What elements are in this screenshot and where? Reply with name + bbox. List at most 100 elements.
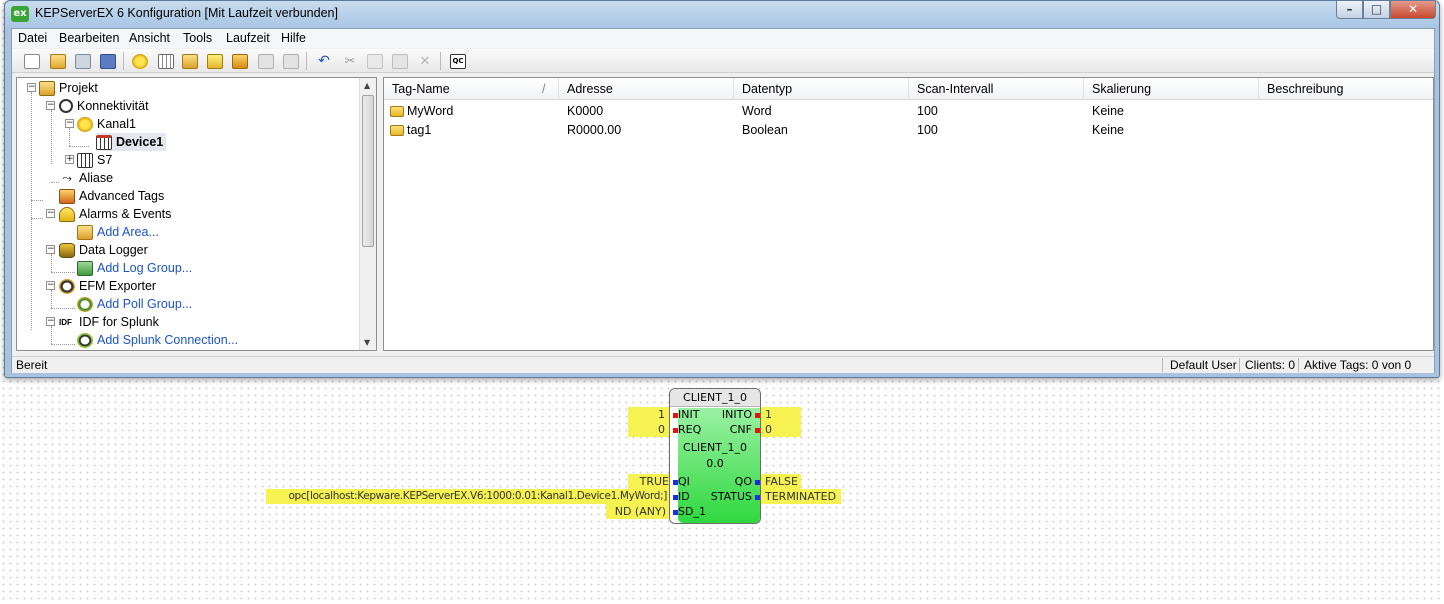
advanced-tags-icon: [59, 188, 75, 204]
database-icon: [59, 242, 75, 258]
delete-icon[interactable]: ✕: [417, 54, 433, 69]
tree-collapse-toggle[interactable]: −: [46, 281, 55, 290]
pin-label-inito: INITO: [721, 408, 752, 421]
new-channel-icon[interactable]: [132, 54, 148, 69]
cell-scan-rate: 100: [917, 104, 938, 118]
menu-datei[interactable]: Datei: [18, 31, 47, 45]
output-value-status[interactable]: TERMINATED: [761, 489, 841, 504]
tree-item-label: Konnektivität: [77, 99, 149, 113]
menu-tools[interactable]: Tools: [183, 31, 212, 45]
save-icon[interactable]: [75, 54, 91, 69]
menu-laufzeit[interactable]: Laufzeit: [226, 31, 270, 45]
column-datentyp[interactable]: Datentyp: [734, 78, 909, 100]
input-value-sd1[interactable]: ND (ANY): [606, 504, 669, 519]
input-value-init[interactable]: 1: [628, 407, 669, 422]
bulk-tag-icon[interactable]: [232, 54, 248, 69]
tree-item-label: EFM Exporter: [79, 279, 157, 293]
status-divider: [1239, 358, 1240, 372]
save-as-icon[interactable]: [100, 54, 116, 69]
tree-collapse-toggle[interactable]: −: [27, 83, 36, 92]
folder-add-icon: [77, 224, 93, 240]
tree-item-idf-for-splunk[interactable]: IDF IDF for Splunk: [59, 313, 159, 331]
menu-bearbeiten[interactable]: Bearbeiten: [59, 31, 119, 45]
tree-item-add-log-group[interactable]: Add Log Group...: [77, 259, 192, 277]
cell-tag-name: MyWord: [407, 104, 454, 118]
minimize-button[interactable]: –: [1336, 1, 1363, 19]
menu-hilfe[interactable]: Hilfe: [281, 31, 306, 45]
new-icon[interactable]: [24, 54, 40, 69]
tree-item-add-splunk-connection[interactable]: Add Splunk Connection...: [77, 331, 238, 349]
tree-item-advanced-tags[interactable]: Advanced Tags: [59, 187, 164, 205]
close-button[interactable]: ✕: [1390, 1, 1436, 19]
output-value-qo[interactable]: FALSE: [761, 474, 801, 489]
channel-icon: [77, 116, 93, 132]
title-bar[interactable]: ex KEPServerEX 6 Konfiguration [Mit Lauf…: [5, 1, 1439, 27]
column-adresse[interactable]: Adresse: [559, 78, 734, 100]
tree-connector: [69, 146, 89, 147]
tree-connector: [31, 92, 32, 330]
new-device-icon[interactable]: [158, 54, 174, 69]
data-output-pin-qo[interactable]: [755, 480, 760, 485]
copy-icon[interactable]: [367, 54, 383, 69]
tree-item-label: Alarms & Events: [79, 207, 172, 221]
tree-item-efm-exporter[interactable]: EFM Exporter: [59, 277, 156, 295]
new-tag-icon[interactable]: [207, 54, 223, 69]
event-output-pin-cnf[interactable]: [755, 428, 760, 433]
scroll-up-arrow-icon[interactable]: ▲: [364, 81, 370, 90]
tree-item-aliase[interactable]: ⤳ Aliase: [59, 169, 113, 187]
input-value-req[interactable]: 0: [628, 422, 669, 437]
tree-connector: [51, 254, 52, 272]
column-skalierung[interactable]: Skalierung: [1084, 78, 1259, 100]
tree-item-device1[interactable]: Device1: [96, 133, 167, 151]
tree-collapse-toggle[interactable]: −: [46, 101, 55, 110]
function-block[interactable]: CLIENT_1_0 INIT REQ INITO CNF CLIENT_1_0…: [669, 388, 761, 524]
event-output-pin-inito[interactable]: [755, 413, 760, 418]
output-value-cnf[interactable]: 0: [761, 422, 801, 437]
maximize-button[interactable]: □: [1363, 1, 1390, 19]
tree-item-konnektivitaet[interactable]: Konnektivität: [59, 97, 149, 115]
menu-ansicht[interactable]: Ansicht: [129, 31, 170, 45]
tree-item-add-poll-group[interactable]: Add Poll Group...: [77, 295, 192, 313]
function-block-instance-name[interactable]: CLIENT_1_0: [670, 389, 760, 407]
tree-collapse-toggle[interactable]: −: [46, 209, 55, 218]
tree-connector: [51, 326, 52, 344]
undo-icon[interactable]: ↶: [316, 54, 332, 69]
data-output-pin-status[interactable]: [755, 495, 760, 500]
input-value-id[interactable]: opc[localhost:Kepware.KEPServerEX.V6:100…: [266, 489, 669, 504]
column-beschreibung[interactable]: Beschreibung: [1259, 78, 1433, 100]
paste-icon[interactable]: [392, 54, 408, 69]
open-icon[interactable]: [50, 54, 66, 69]
output-value-inito[interactable]: 1: [761, 407, 801, 422]
window-title: KEPServerEX 6 Konfiguration [Mit Laufzei…: [35, 6, 338, 20]
column-scan-intervall[interactable]: Scan-Intervall: [909, 78, 1084, 100]
tree-item-alarms-events[interactable]: Alarms & Events: [59, 205, 171, 223]
menu-bar: Datei Bearbeiten Ansicht Tools Laufzeit …: [12, 29, 1434, 48]
cut-icon[interactable]: ✂: [342, 54, 358, 69]
tree-item-kanal1[interactable]: Kanal1: [77, 115, 136, 133]
tree-expand-toggle[interactable]: +: [65, 155, 74, 164]
column-tag-name[interactable]: Tag-Name /: [384, 78, 559, 100]
tree-item-data-logger[interactable]: Data Logger: [59, 241, 148, 259]
scroll-down-arrow-icon[interactable]: ▼: [364, 338, 370, 347]
import-icon[interactable]: [258, 54, 274, 69]
input-value-qi[interactable]: TRUE: [628, 474, 669, 489]
quick-client-icon[interactable]: QC: [450, 54, 466, 69]
project-tree[interactable]: − − − + − − − − Projekt Konnektivität Ka…: [16, 77, 377, 351]
tree-collapse-toggle[interactable]: −: [46, 245, 55, 254]
tree-item-label: Add Poll Group...: [97, 297, 193, 311]
table-row[interactable]: MyWord K0000 Word 100 Keine: [384, 102, 1433, 121]
cell-data-type: Boolean: [742, 123, 788, 137]
tree-item-projekt[interactable]: Projekt: [39, 79, 98, 97]
export-icon[interactable]: [283, 54, 299, 69]
tag-list[interactable]: Tag-Name / Adresse Datentyp Scan-Interva…: [383, 77, 1434, 351]
new-group-icon[interactable]: [182, 54, 198, 69]
tree-collapse-toggle[interactable]: −: [65, 119, 74, 128]
tree-connector: [51, 110, 52, 164]
table-row[interactable]: tag1 R0000.00 Boolean 100 Keine: [384, 121, 1433, 140]
tree-collapse-toggle[interactable]: −: [46, 317, 55, 326]
tree-item-add-area[interactable]: Add Area...: [77, 223, 159, 241]
tree-scroll-thumb[interactable]: [362, 95, 374, 247]
tree-item-s7[interactable]: S7: [77, 151, 112, 169]
status-active-tags: Aktive Tags: 0 von 0: [1304, 358, 1412, 372]
tree-scrollbar[interactable]: ▲ ▼: [359, 78, 376, 350]
